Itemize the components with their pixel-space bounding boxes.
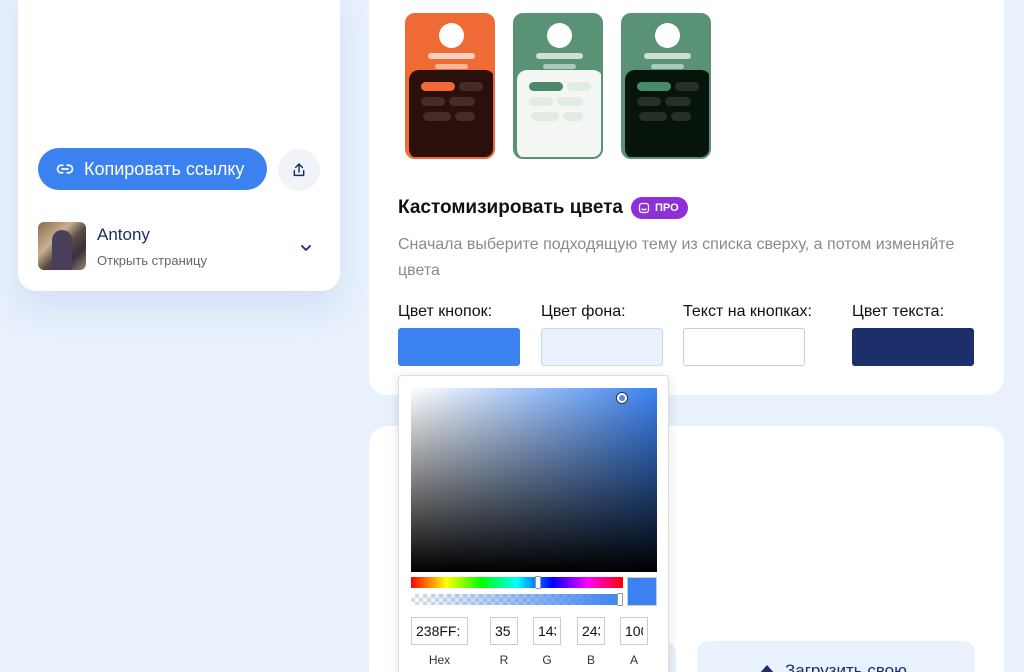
smile-icon: [638, 202, 650, 214]
alpha-slider[interactable]: [411, 593, 623, 606]
theme-pill: [421, 97, 445, 106]
share-icon: [293, 163, 305, 177]
b-input[interactable]: [577, 617, 605, 645]
customize-title: Кастомизировать цвета ПРО: [398, 197, 688, 219]
g-label: G: [542, 653, 552, 667]
copy-link-label: Копировать ссылку: [84, 158, 245, 179]
open-page-link[interactable]: Открыть страницу: [97, 253, 207, 268]
pro-badge-label: ПРО: [655, 202, 679, 214]
g-field: G: [533, 617, 561, 667]
button-color-label: Цвет кнопок:: [398, 303, 493, 320]
a-field: A: [620, 617, 648, 667]
g-input[interactable]: [533, 617, 561, 645]
theme-bar: [644, 53, 691, 59]
theme-pill: [449, 97, 475, 106]
button-text-color-swatch[interactable]: [683, 328, 805, 366]
upload-icon: [759, 665, 775, 672]
link-icon: [56, 164, 74, 174]
theme-bar: [543, 64, 576, 69]
text-color-swatch[interactable]: [852, 328, 974, 366]
customize-title-text: Кастомизировать цвета: [398, 197, 624, 218]
r-field: R: [490, 617, 518, 667]
background-color-field: Цвет фона:: [541, 303, 663, 366]
theme-bar: [536, 53, 583, 59]
theme-pill: [675, 82, 699, 91]
customize-description: Сначала выберите подходящую тему из спис…: [398, 236, 955, 279]
theme-avatar: [547, 23, 572, 48]
theme-pill: [459, 82, 483, 91]
color-picker: Hex R G B A: [398, 375, 669, 672]
left-card: Копировать ссылку Antony Открыть страниц…: [18, 0, 340, 291]
button-color-swatch[interactable]: [398, 328, 520, 366]
theme-bar: [435, 64, 468, 69]
b-field: B: [577, 617, 605, 667]
theme-panel: [409, 70, 493, 157]
button-color-field: Цвет кнопок:: [398, 303, 520, 366]
text-color-field: Цвет текста:: [852, 303, 974, 366]
theme-pill: [671, 112, 691, 121]
theme-panel: [625, 70, 709, 157]
theme-avatar: [439, 23, 464, 48]
pro-badge: ПРО: [631, 197, 688, 219]
theme-pill: [421, 82, 455, 91]
alpha-handle[interactable]: [617, 593, 623, 606]
button-text-color-field: Текст на кнопках:: [683, 303, 812, 366]
theme-pill: [423, 112, 451, 121]
background-color-label: Цвет фона:: [541, 303, 626, 320]
theme-pill: [531, 112, 559, 121]
theme-pill: [563, 112, 583, 121]
copy-link-button[interactable]: Копировать ссылку: [38, 148, 267, 190]
hue-slider[interactable]: [411, 576, 623, 589]
hex-input[interactable]: [411, 617, 468, 645]
r-input[interactable]: [490, 617, 518, 645]
theme-pill: [639, 112, 667, 121]
theme-panel: [517, 70, 601, 157]
theme-pill: [637, 97, 661, 106]
avatar: [38, 222, 86, 270]
a-label: A: [629, 653, 638, 667]
theme-green-light[interactable]: [513, 13, 603, 159]
a-input[interactable]: [620, 617, 648, 645]
saturation-area[interactable]: [411, 388, 657, 572]
profile-name: Antony: [97, 224, 150, 244]
chevron-down-icon[interactable]: [298, 240, 314, 256]
hue-handle[interactable]: [534, 576, 541, 589]
theme-pill: [529, 82, 563, 91]
profile-row[interactable]: Antony Открыть страницу: [38, 220, 322, 272]
theme-bar: [428, 53, 475, 59]
saturation-handle[interactable]: [617, 393, 627, 403]
theme-pill: [567, 82, 591, 91]
upload-label: Загрузить свою: [785, 661, 907, 672]
hex-field: Hex: [411, 617, 468, 667]
text-color-label: Цвет текста:: [852, 303, 945, 320]
theme-pill: [529, 97, 553, 106]
background-color-swatch[interactable]: [541, 328, 663, 366]
theme-pill: [455, 112, 475, 121]
theme-orange[interactable]: [405, 13, 495, 159]
color-inputs: Hex R G B A: [411, 617, 657, 667]
b-label: B: [586, 653, 595, 667]
theme-avatar: [655, 23, 680, 48]
theme-pill: [557, 97, 583, 106]
theme-bar: [651, 64, 684, 69]
r-label: R: [499, 653, 509, 667]
upload-own-button[interactable]: Загрузить свою: [697, 641, 975, 672]
theme-pill: [665, 97, 691, 106]
theme-pill: [637, 82, 671, 91]
color-preview: [627, 577, 657, 606]
theme-green-dark[interactable]: [621, 13, 711, 159]
button-text-color-label: Текст на кнопках:: [683, 303, 812, 320]
share-button[interactable]: [278, 149, 320, 191]
hex-label: Hex: [428, 653, 451, 667]
